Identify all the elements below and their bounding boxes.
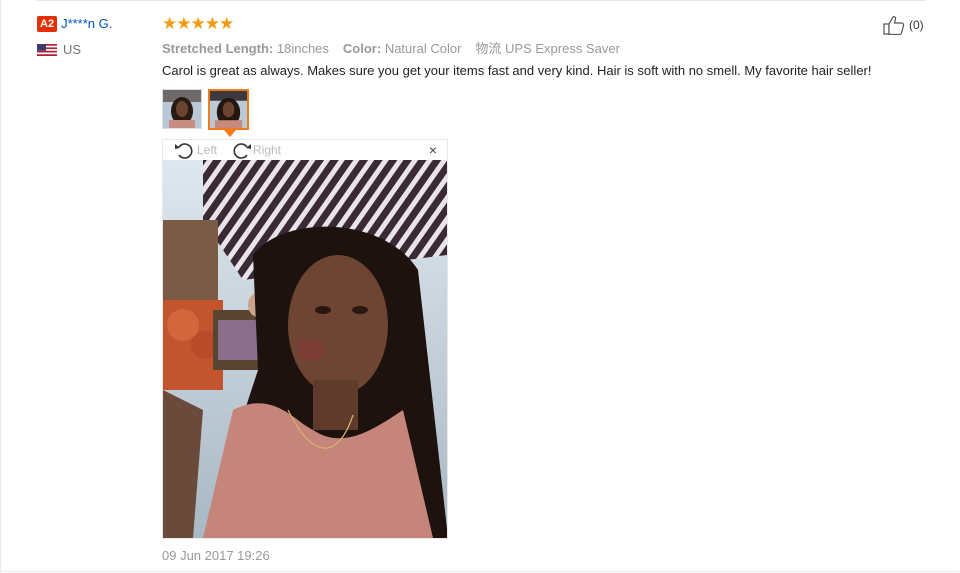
reviewer: A2 J****n G.: [37, 15, 112, 33]
review-photo: [163, 160, 447, 538]
attr-value: Natural Color: [384, 41, 462, 56]
helpful-count: (0): [909, 18, 924, 32]
close-icon[interactable]: ×: [429, 143, 437, 157]
reviewer-country: US: [37, 42, 81, 57]
rotate-right-label: Right: [253, 143, 282, 157]
us-flag-icon: [37, 44, 57, 56]
level-badge: A2: [37, 15, 58, 32]
shipping-method: 物流 UPS Express Saver: [475, 41, 620, 56]
photo-viewer: Left Right ×: [162, 139, 448, 539]
country-label: US: [63, 42, 82, 57]
divider: [36, 0, 926, 1]
rotate-left-button[interactable]: Left: [173, 141, 217, 159]
rotate-right-button[interactable]: Right: [229, 141, 281, 159]
photo-thumbnail-image: [210, 91, 247, 128]
rotate-right-icon: [233, 143, 251, 159]
photo-thumbnail-selected[interactable]: [208, 89, 249, 130]
rotate-left-icon: [175, 143, 193, 159]
selected-indicator: [224, 130, 236, 137]
review-photos: [162, 89, 255, 130]
photo-thumbnail-image: [163, 90, 201, 128]
photo-thumbnail[interactable]: [162, 89, 202, 129]
rotate-left-label: Left: [197, 143, 218, 157]
review-attributes: Stretched Length: 18inches Color: Natural…: [162, 38, 620, 57]
rating-stars: ★★★★★: [162, 14, 234, 33]
review-frame: [0, 0, 959, 572]
review-text: Carol is great as always. Makes sure you…: [162, 63, 872, 78]
reviewer-name[interactable]: J****n G.: [61, 16, 112, 31]
attr-value: 18inches: [276, 41, 329, 56]
helpful-button[interactable]: (0): [883, 15, 924, 35]
thumbs-up-icon: [883, 16, 905, 35]
viewer-toolbar: Left Right ×: [163, 140, 447, 160]
attr-label: Color:: [342, 41, 382, 56]
attr-label: Stretched Length:: [162, 41, 274, 56]
review-date: 09 Jun 2017 19:26: [162, 548, 270, 563]
